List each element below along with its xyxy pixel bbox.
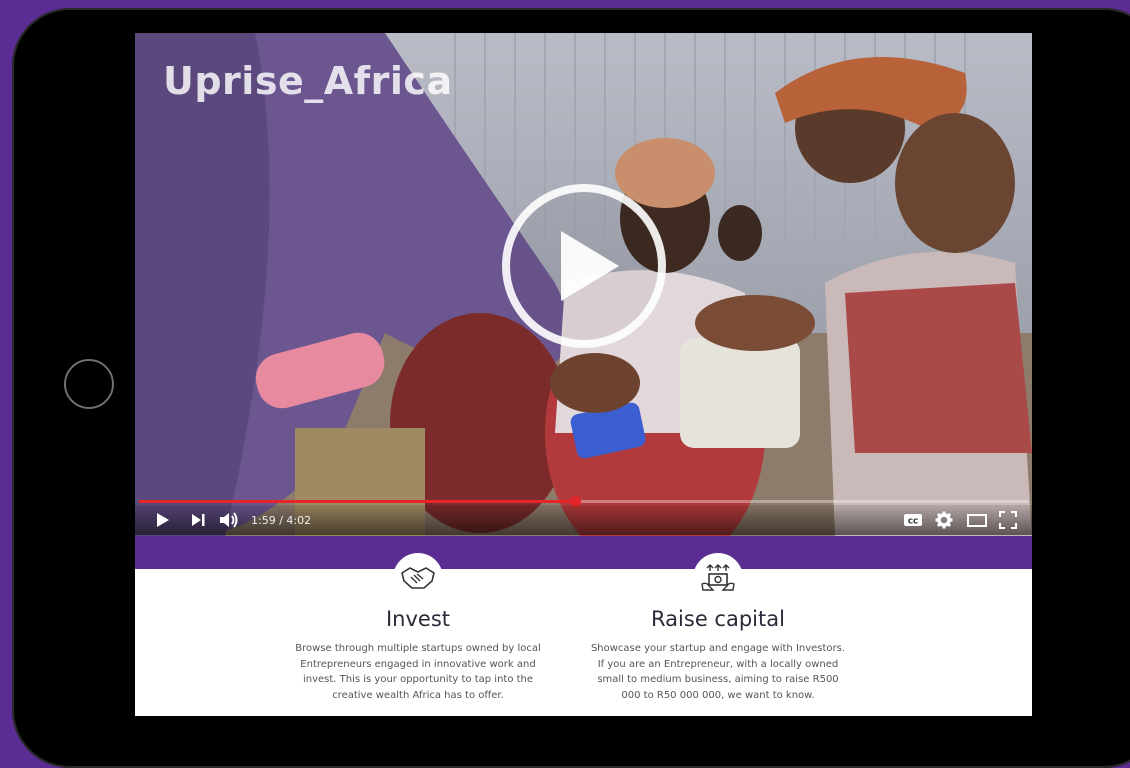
video-progress-played [139, 500, 575, 503]
svg-text:CC: CC [908, 518, 918, 526]
handshake-icon [401, 567, 435, 589]
raise-capital-description: Showcase your startup and engage with In… [590, 643, 846, 701]
play-video-icon[interactable] [501, 183, 667, 349]
raise-capital-icon-badge [693, 553, 743, 603]
raise-money-icon [701, 564, 735, 591]
video-player[interactable]: Uprise_Africa 1:59 / 4:02 CC [135, 33, 1032, 536]
next-icon[interactable] [187, 509, 209, 531]
invest-description: Browse through multiple startups owned b… [295, 643, 541, 701]
raise-capital-title: Raise capital [651, 607, 785, 631]
fullscreen-icon[interactable] [997, 509, 1019, 531]
home-button[interactable] [64, 359, 114, 409]
gear-icon[interactable] [933, 509, 955, 531]
invest-title: Invest [385, 607, 451, 631]
tablet-screen: Uprise_Africa 1:59 / 4:02 CC Invest Brow… [135, 33, 1032, 716]
invest-icon-badge [393, 553, 443, 603]
cc-icon[interactable]: CC [902, 509, 924, 531]
invest-feature: Invest Browse through multiple startups … [285, 553, 551, 703]
video-progress-bar[interactable] [139, 496, 1028, 507]
section-divider-band [135, 536, 1032, 569]
video-controls: 1:59 / 4:02 CC [135, 505, 1032, 535]
play-icon[interactable] [151, 509, 173, 531]
video-time-display: 1:59 / 4:02 [251, 514, 312, 527]
volume-icon[interactable] [217, 509, 241, 531]
theater-mode-icon[interactable] [965, 509, 989, 531]
raise-capital-feature: Raise capital Showcase your startup and … [587, 553, 849, 703]
uprise-africa-logo: Uprise_Africa [163, 59, 453, 103]
